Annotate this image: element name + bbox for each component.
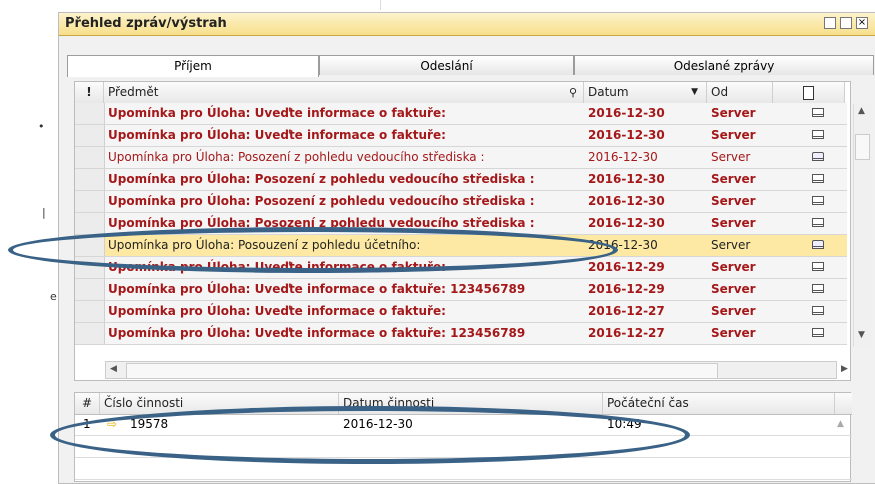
tab-label: Příjem [174,59,212,73]
message-row[interactable]: Upomínka pro Úloha: Uveďte informace o f… [75,301,847,323]
row-selector[interactable] [75,125,105,146]
scroll-up-icon[interactable]: ▲ [858,106,865,116]
row-selector[interactable] [75,147,105,168]
column-flag[interactable]: ! [75,82,104,103]
message-row[interactable]: Upomínka pro Úloha: Uveďte informace o f… [75,125,847,147]
message-from: Server [711,260,756,274]
scroll-thumb[interactable] [126,363,718,379]
envelope-icon [812,328,824,337]
message-subject: Upomínka pro Úloha: Uveďte informace o f… [108,106,446,120]
tab-label: Odeslání [420,59,473,73]
column-attachment[interactable] [773,82,845,103]
vertical-scrollbar[interactable]: ▲ ▼ [853,104,871,347]
message-subject: Upomínka pro Úloha: Uveďte informace o f… [108,128,446,142]
envelope-open-icon [812,240,824,249]
column-number[interactable]: # [75,393,100,414]
row-selector[interactable] [75,191,105,212]
scroll-right-icon[interactable]: ▶ [841,364,848,374]
message-row[interactable]: Upomínka pro Úloha: Uveďte informace o f… [75,323,847,345]
message-date: 2016-12-27 [588,304,665,318]
close-button[interactable]: × [856,17,868,29]
message-date: 2016-12-29 [588,260,665,274]
row-selector[interactable] [75,169,105,190]
envelope-icon [812,196,824,205]
message-from: Server [711,238,751,252]
message-from: Server [711,304,756,318]
row-selector[interactable] [75,213,105,234]
message-row[interactable]: Upomínka pro Úloha: Posození z pohledu v… [75,169,847,191]
message-subject: Upomínka pro Úloha: Uveďte informace o f… [108,326,526,340]
message-subject: Upomínka pro Úloha: Uveďte informace o f… [108,304,446,318]
envelope-icon [812,262,824,271]
maximize-button[interactable] [840,17,852,29]
envelope-icon [812,174,824,183]
row-selector[interactable] [75,279,105,300]
background-line [380,0,381,10]
scroll-down-icon[interactable]: ▼ [858,330,865,340]
message-subject: Upomínka pro Úloha: Posození z pohledu v… [108,172,535,186]
scroll-up-icon[interactable]: ▲ [837,414,844,435]
message-from: Server [711,194,756,208]
envelope-icon [812,218,824,227]
document-icon [803,86,814,100]
message-row[interactable]: Upomínka pro Úloha: Posození z pohledu v… [75,191,847,213]
column-date-label: Datum [588,85,629,99]
message-date: 2016-12-30 [588,106,665,120]
message-date: 2016-12-29 [588,282,665,296]
message-from: Server [711,172,756,186]
message-subject: Upomínka pro Úloha: Posození z pohledu v… [108,150,485,164]
message-from: Server [711,216,756,230]
background-marker: • [38,120,45,133]
message-date: 2016-12-30 [588,194,665,208]
message-row[interactable]: Upomínka pro Úloha: Posození z pohledu v… [75,147,847,169]
envelope-icon [812,284,824,293]
column-subject[interactable]: Předmět ⚲ [104,82,584,103]
messages-header: ! Předmět ⚲ Datum ▼ Od [75,82,845,104]
message-date: 2016-12-30 [588,150,658,164]
annotation-ellipse [50,406,690,464]
message-row[interactable]: Upomínka pro Úloha: Uveďte informace o f… [75,103,847,125]
message-from: Server [711,326,756,340]
envelope-icon [812,108,824,117]
envelope-open-icon [812,152,824,161]
message-row[interactable]: Upomínka pro Úloha: Uveďte informace o f… [75,279,847,301]
column-date[interactable]: Datum ▼ [584,82,707,103]
annotation-ellipse [8,227,618,273]
tab-label: Odeslané zprávy [673,59,775,73]
pin-icon: ⚲ [568,86,577,99]
sort-desc-icon: ▼ [691,87,698,97]
row-selector[interactable] [75,103,105,124]
minimize-button[interactable] [824,17,836,29]
message-subject: Upomínka pro Úloha: Uveďte informace o f… [108,282,526,296]
tab-prijem[interactable]: Příjem [67,55,319,77]
tab-odeslane-zpravy[interactable]: Odeslané zprávy [574,55,874,75]
message-date: 2016-12-30 [588,172,665,186]
tab-odeslani[interactable]: Odeslání [319,55,574,75]
message-subject: Upomínka pro Úloha: Posození z pohledu v… [108,194,535,208]
message-from: Server [711,282,756,296]
background-marker: e [50,290,57,303]
message-from: Server [711,106,756,120]
envelope-icon [812,130,824,139]
title-bar: Přehled zpráv/výstrah × [59,13,875,36]
background-marker: | [42,206,46,219]
row-selector[interactable] [75,301,105,322]
column-subject-label: Předmět [108,85,159,99]
message-date: 2016-12-30 [588,216,665,230]
message-from: Server [711,150,751,164]
message-date: 2016-12-30 [588,128,665,142]
envelope-icon [812,306,824,315]
message-from: Server [711,128,756,142]
column-start-time[interactable]: Počáteční čas [603,393,835,414]
scroll-thumb[interactable] [855,134,870,160]
tab-bar: Příjem Odeslání Odeslané zprávy [67,55,875,77]
column-from[interactable]: Od [707,82,773,103]
scroll-left-icon[interactable]: ◀ [110,364,117,374]
horizontal-scrollbar[interactable]: ◀ ▶ [105,361,848,379]
row-selector[interactable] [75,323,105,344]
window-title: Přehled zpráv/výstrah [65,16,227,31]
message-date: 2016-12-27 [588,326,665,340]
